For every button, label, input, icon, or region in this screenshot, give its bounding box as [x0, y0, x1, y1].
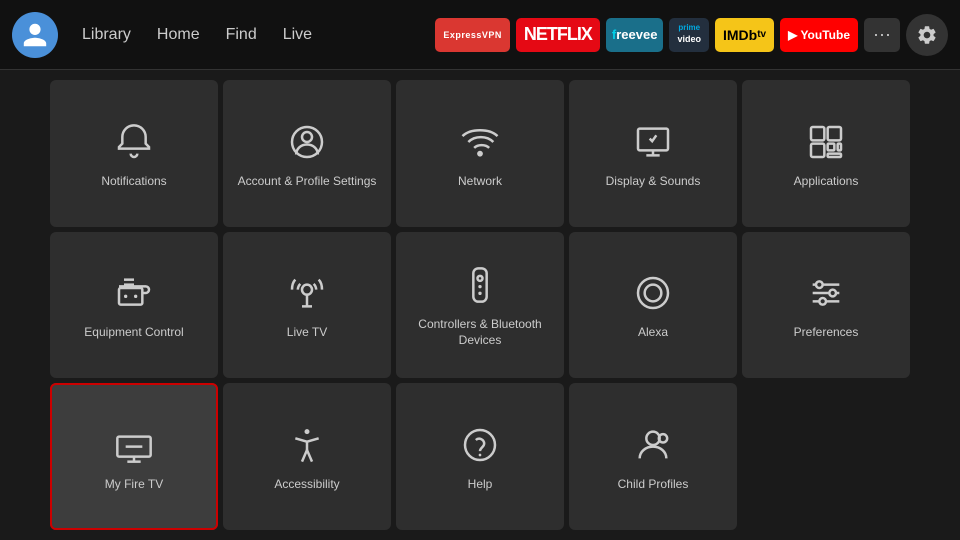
nav-home[interactable]: Home	[147, 20, 210, 50]
top-navigation: Library Home Find Live ExpressVPN NETFLI…	[0, 0, 960, 70]
person-circle-icon	[283, 118, 331, 166]
app-shortcuts: ExpressVPN NETFLIX freevee primevideo IM…	[435, 14, 948, 56]
tile-preferences-label: Preferences	[794, 325, 859, 341]
more-apps-button[interactable]: ···	[864, 18, 900, 52]
tile-account-profile[interactable]: Account & Profile Settings	[223, 80, 391, 227]
antenna-icon	[283, 269, 331, 317]
tile-controllers-label: Controllers & Bluetooth Devices	[406, 317, 554, 348]
tile-applications-label: Applications	[794, 174, 859, 190]
tile-network[interactable]: Network	[396, 80, 564, 227]
tile-notifications-label: Notifications	[101, 174, 166, 190]
tile-network-label: Network	[458, 174, 502, 190]
tile-alexa-label: Alexa	[638, 325, 668, 341]
tile-notifications[interactable]: Notifications	[50, 80, 218, 227]
tile-live-tv-label: Live TV	[287, 325, 327, 341]
apps-icon	[802, 118, 850, 166]
tile-live-tv[interactable]: Live TV	[223, 232, 391, 379]
settings-area: Notifications Account & Profile Settings	[0, 70, 960, 540]
nav-links: Library Home Find Live	[72, 20, 322, 50]
wifi-icon	[456, 118, 504, 166]
settings-button[interactable]	[906, 14, 948, 56]
accessibility-icon	[283, 421, 331, 469]
tile-controllers-bluetooth[interactable]: Controllers & Bluetooth Devices	[396, 232, 564, 379]
app-expressvpn[interactable]: ExpressVPN	[435, 18, 510, 52]
child-profiles-icon	[629, 421, 677, 469]
tile-display-sounds[interactable]: Display & Sounds	[569, 80, 737, 227]
app-freevee[interactable]: freevee	[606, 18, 664, 52]
app-imdb[interactable]: IMDb tv	[715, 18, 774, 52]
help-icon	[456, 421, 504, 469]
tile-my-fire-tv-label: My Fire TV	[105, 477, 163, 493]
app-youtube[interactable]: ▶ YouTube	[780, 18, 858, 52]
user-avatar[interactable]	[12, 12, 58, 58]
tile-alexa[interactable]: Alexa	[569, 232, 737, 379]
tv-remote-icon	[110, 269, 158, 317]
bell-icon	[110, 118, 158, 166]
tile-my-fire-tv[interactable]: My Fire TV	[50, 383, 218, 530]
tile-account-label: Account & Profile Settings	[238, 174, 377, 190]
tile-help-label: Help	[468, 477, 493, 493]
app-netflix[interactable]: NETFLIX	[516, 18, 600, 52]
remote-icon	[456, 261, 504, 309]
tile-child-profiles[interactable]: Child Profiles	[569, 383, 737, 530]
nav-find[interactable]: Find	[216, 20, 267, 50]
tile-accessibility-label: Accessibility	[274, 477, 339, 493]
settings-grid: Notifications Account & Profile Settings	[50, 80, 910, 530]
tile-preferences[interactable]: Preferences	[742, 232, 910, 379]
empty-tile	[742, 383, 910, 530]
sliders-icon	[802, 269, 850, 317]
fire-tv-icon	[110, 421, 158, 469]
tile-equipment-control[interactable]: Equipment Control	[50, 232, 218, 379]
alexa-icon	[629, 269, 677, 317]
tile-display-sounds-label: Display & Sounds	[606, 174, 701, 190]
nav-library[interactable]: Library	[72, 20, 141, 50]
tile-accessibility[interactable]: Accessibility	[223, 383, 391, 530]
display-sound-icon	[629, 118, 677, 166]
app-prime-video[interactable]: primevideo	[669, 18, 709, 52]
tile-child-profiles-label: Child Profiles	[618, 477, 689, 493]
nav-live[interactable]: Live	[273, 20, 322, 50]
tile-help[interactable]: Help	[396, 383, 564, 530]
tile-equipment-control-label: Equipment Control	[84, 325, 183, 341]
tile-applications[interactable]: Applications	[742, 80, 910, 227]
